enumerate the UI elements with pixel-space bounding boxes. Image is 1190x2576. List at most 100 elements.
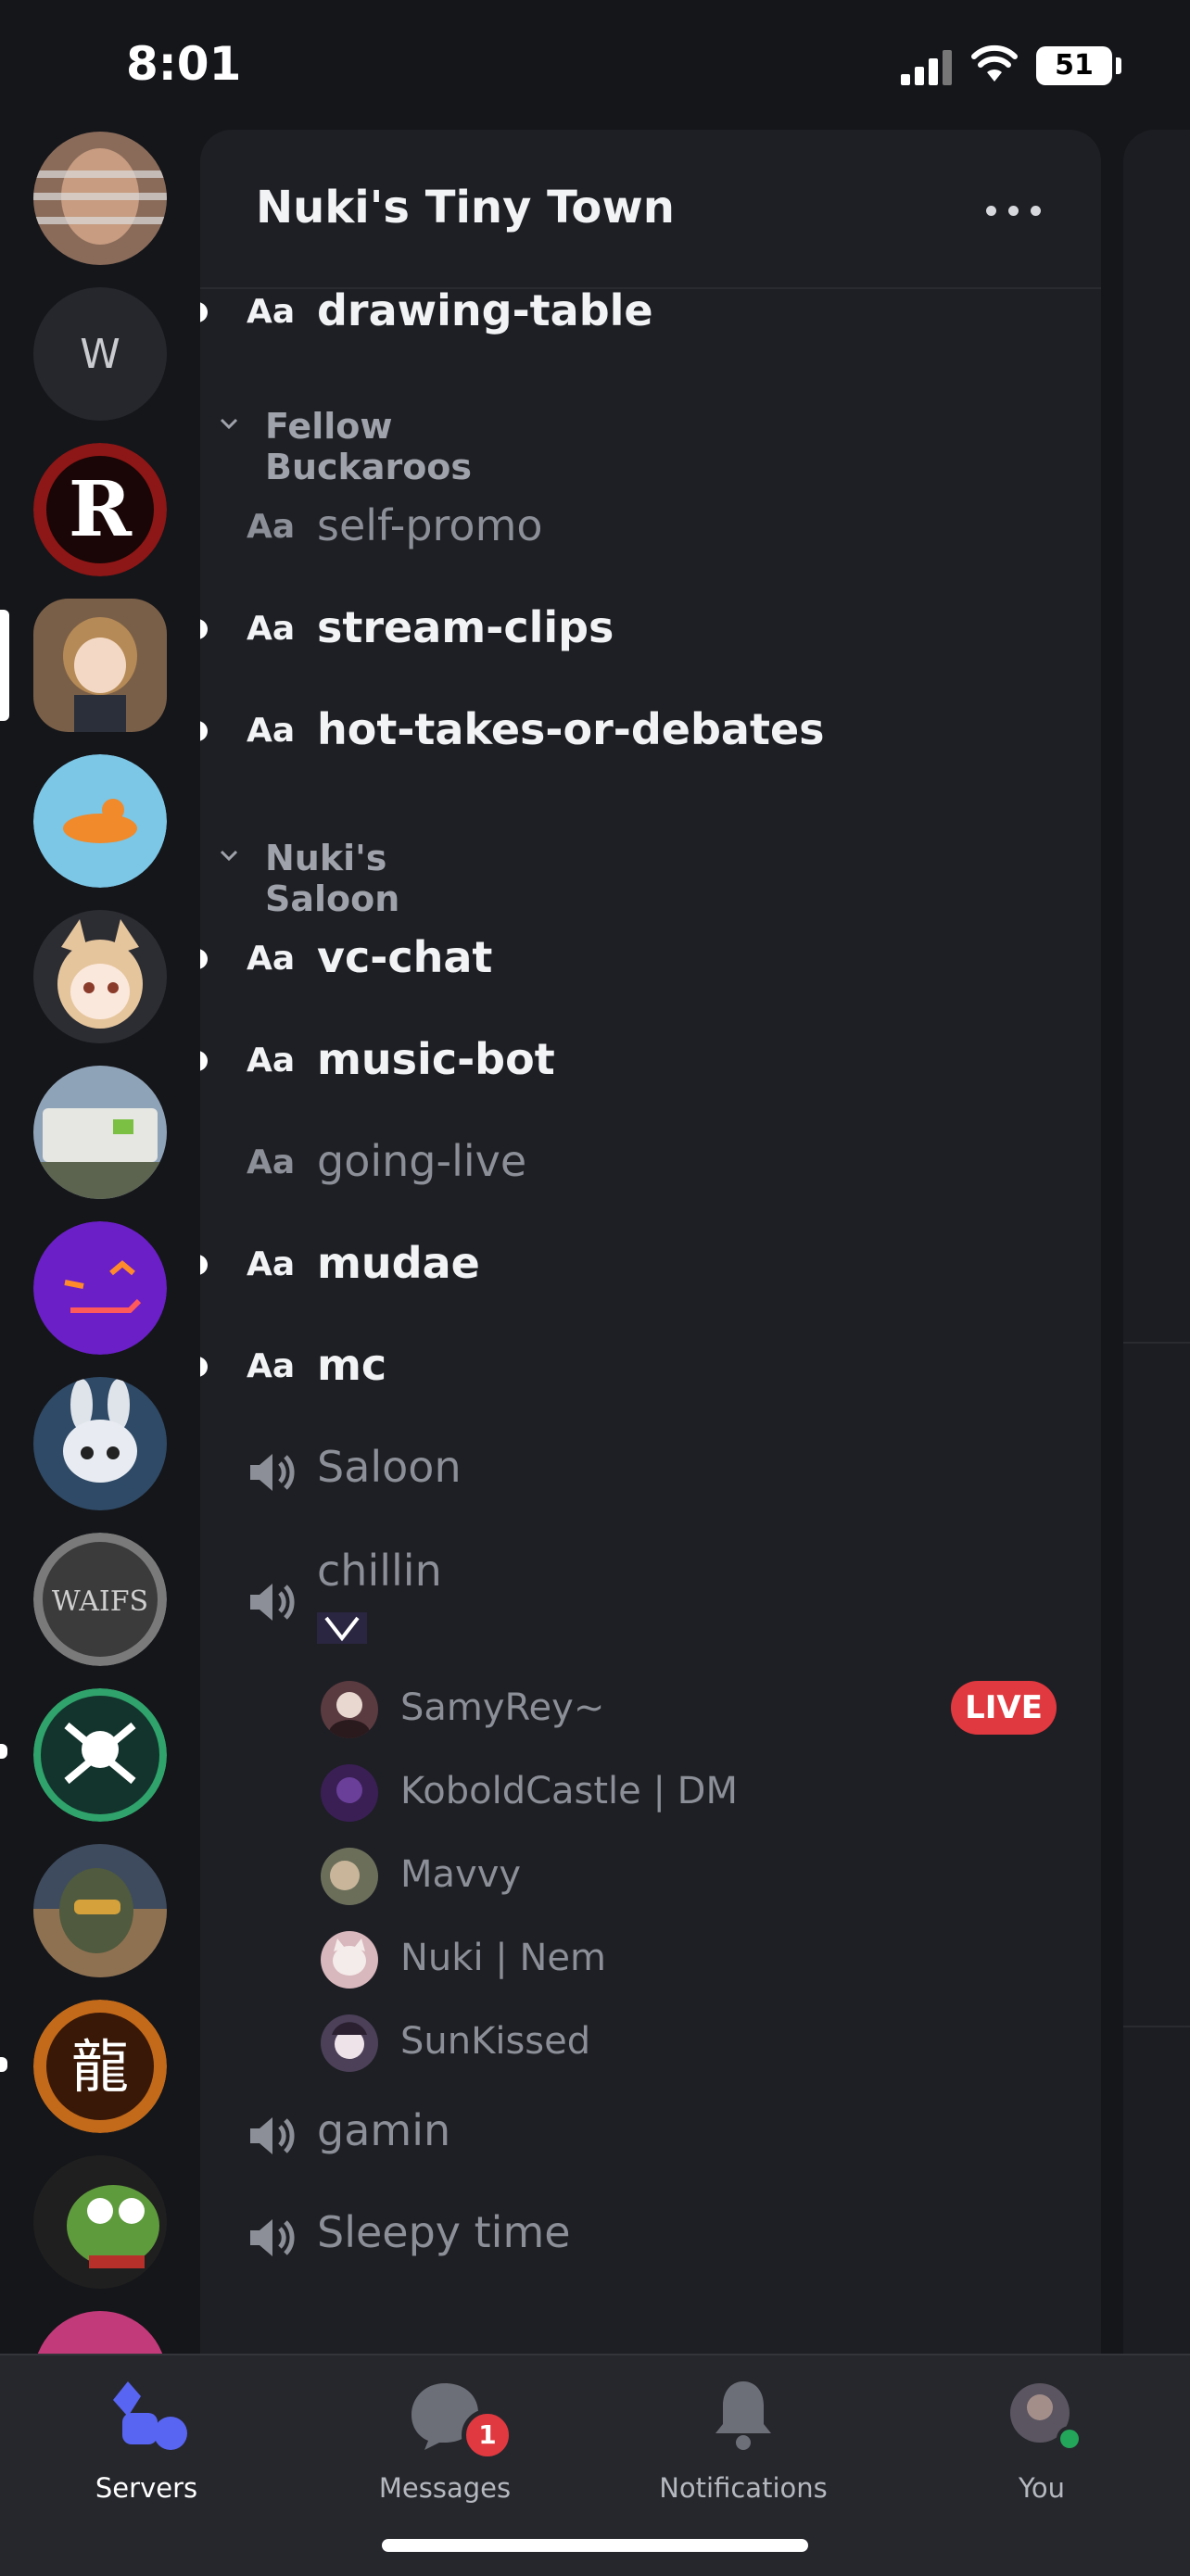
tab-notifications[interactable]: Notifications (632, 2372, 855, 2511)
avatar (321, 1848, 378, 1905)
home-indicator (382, 2539, 808, 2552)
speaker-icon (250, 1454, 295, 1491)
channel-name: Saloon (317, 1442, 462, 1492)
bell-icon (715, 2381, 771, 2450)
chevron-down-icon (220, 418, 238, 430)
server-rail[interactable]: W R WAIFS 龍 (0, 130, 200, 2354)
flat-mars-society-logo-icon (33, 754, 167, 888)
voice-user-koboldcastle[interactable]: KoboldCastle | DM (200, 1755, 1101, 1838)
channel-self-promo[interactable]: Aa self-promo (200, 482, 1101, 575)
voice-channel-gamin[interactable]: gamin (200, 2087, 1101, 2179)
voice-user-mavvy[interactable]: Mavvy (200, 1838, 1101, 1922)
voice-user-nuki-nem[interactable]: Nuki | Nem (200, 1922, 1101, 2005)
speaker-icon (250, 2117, 295, 2154)
camper-trailer-photo-icon (33, 1066, 167, 1199)
selected-server-indicator (0, 610, 9, 721)
server-icon-the-waifs[interactable]: WAIFS (33, 1533, 167, 1666)
channel-name: Sleepy time (317, 2207, 571, 2257)
tab-you[interactable]: You (930, 2372, 1153, 2511)
avatar (321, 1931, 378, 1989)
username: Nuki | Nem (400, 1937, 606, 1979)
server-icon-camper[interactable] (33, 1066, 167, 1199)
channel-vc-chat[interactable]: Aa vc-chat (200, 914, 1101, 1006)
forum-channel-icon: Aa (247, 293, 296, 331)
tab-messages[interactable]: 1 Messages (334, 2372, 556, 2511)
unread-indicator (200, 619, 208, 639)
forum-channel-icon: Aa (247, 1245, 296, 1283)
username: SunKissed (400, 2020, 591, 2063)
channel-name: mudae (317, 1238, 480, 1288)
username: SamyRey~ (400, 1686, 605, 1729)
unread-indicator (200, 1357, 208, 1377)
category-label: Nuki's Saloon (265, 838, 400, 919)
forum-channel-icon: Aa (247, 1042, 296, 1080)
more-options-icon[interactable] (986, 206, 1042, 217)
unread-indicator (200, 1255, 208, 1275)
server-icon-flat-mars[interactable] (33, 754, 167, 888)
status-time: 8:01 (126, 37, 242, 91)
voice-user-samyrey[interactable]: SamyRey~ LIVE (200, 1672, 1101, 1755)
pepe-frog-avatar-icon (33, 2155, 167, 2289)
server-icon-w[interactable]: W (33, 287, 167, 421)
voice-user-sunkissed[interactable]: SunKissed (200, 2005, 1101, 2089)
red-r-logo-icon: R (33, 443, 167, 576)
channel-name: vc-chat (317, 932, 493, 982)
svg-text:龍: 龍 (71, 2033, 129, 2101)
battery-indicator: 51 (1036, 46, 1112, 85)
voice-channel-saloon[interactable]: Saloon (200, 1423, 1101, 1516)
server-icon-partial[interactable] (33, 2311, 167, 2354)
unread-badge: 1 (462, 2409, 513, 2461)
tab-label: You (1019, 2472, 1065, 2504)
server-name: Nuki's Tiny Town (256, 182, 675, 234)
channel-name: drawing-table (317, 285, 653, 335)
server-icon-soldier[interactable] (33, 1844, 167, 1977)
user-avatar-icon (329, 1692, 370, 1738)
channel-mc[interactable]: Aa mc (200, 1321, 1101, 1414)
forum-channel-icon: Aa (247, 1347, 296, 1385)
channel-music-bot[interactable]: Aa music-bot (200, 1016, 1101, 1108)
server-letter: W (80, 330, 120, 378)
live-badge: LIVE (951, 1681, 1057, 1735)
tab-servers[interactable]: Servers (35, 2372, 258, 2511)
soldier-helmet-avatar-icon (33, 1844, 167, 1977)
server-icon-anime-girl[interactable] (33, 599, 167, 732)
chevron-down-icon (220, 850, 238, 862)
server-icon-red-r[interactable]: R (33, 443, 167, 576)
avatar (321, 2014, 378, 2072)
channel-going-live[interactable]: Aa going-live (200, 1118, 1101, 1210)
server-icon-pepe[interactable] (33, 2155, 167, 2289)
tab-label: Servers (95, 2472, 198, 2504)
username: KoboldCastle | DM (400, 1770, 738, 1812)
channel-drawing-table[interactable]: Aa drawing-table (200, 267, 1101, 360)
bunny-robot-avatar-icon (33, 1377, 167, 1510)
server-icon-fox-girl[interactable] (33, 910, 167, 1043)
server-icon-skull[interactable] (33, 1688, 167, 1822)
server-icon-dragon[interactable]: 龍 (33, 2000, 167, 2133)
channel-hot-takes-or-debates[interactable]: Aa hot-takes-or-debates (200, 686, 1101, 778)
skull-crossbones-logo-icon (33, 1688, 167, 1822)
server-header[interactable]: Nuki's Tiny Town (200, 130, 1101, 289)
voice-channel-sleepy-time[interactable]: Sleepy time (200, 2189, 1101, 2281)
server-icon-bunny-robot[interactable] (33, 1377, 167, 1510)
unread-indicator (200, 302, 208, 322)
voice-channel-chillin[interactable]: chillin (200, 1546, 1101, 1675)
bearded-man-avatar-icon (33, 132, 167, 265)
channel-name: music-bot (317, 1034, 555, 1084)
channel-name: going-live (317, 1136, 527, 1186)
server-icon-purple-face[interactable] (33, 1221, 167, 1355)
channel-stream-clips[interactable]: Aa stream-clips (200, 584, 1101, 676)
forum-channel-icon: Aa (247, 940, 296, 978)
speaker-icon (250, 1584, 295, 1621)
purple-face-logo-icon (33, 1221, 167, 1355)
cellular-signal-icon (901, 48, 953, 85)
channel-name: hot-takes-or-debates (317, 704, 825, 754)
divider (1123, 2026, 1190, 2027)
username: Mavvy (400, 1853, 522, 1896)
server-icon-bearded-man[interactable] (33, 132, 167, 265)
chat-panel-peek[interactable] (1123, 130, 1190, 2354)
the-waifs-logo-icon: WAIFS (33, 1533, 167, 1666)
user-avatar-icon (332, 2022, 367, 2059)
stream-thumbnail (317, 1612, 367, 1644)
channel-panel: Nuki's Tiny Town Aa drawing-table Fellow… (200, 130, 1101, 2354)
channel-mudae[interactable]: Aa mudae (200, 1219, 1101, 1312)
